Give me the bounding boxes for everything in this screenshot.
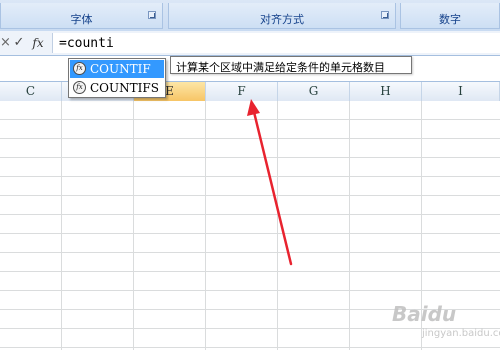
ribbon-group-strip: 字体 对齐方式 数字 — [0, 0, 500, 32]
cancel-icon[interactable]: × — [0, 34, 11, 52]
function-tooltip: 计算某个区域中满足给定条件的单元格数目 — [170, 56, 412, 74]
ribbon-group-label: 数字 — [439, 13, 461, 26]
watermark-subtitle: jingyan.baidu.com — [422, 328, 500, 339]
autocomplete-item-label: COUNTIFS — [90, 81, 159, 95]
ribbon-group-font: 字体 — [0, 3, 163, 29]
ribbon-group-alignment: 对齐方式 — [168, 3, 396, 29]
function-autocomplete-list: fx COUNTIF fx COUNTIFS — [68, 58, 166, 98]
baidu-watermark: Baidu jingyan.baidu.com — [392, 302, 500, 342]
formula-bar: × ✓ fx =counti — [0, 31, 500, 56]
enter-icon[interactable]: ✓ — [12, 34, 26, 52]
ribbon-group-label: 字体 — [70, 13, 93, 26]
column-header-c[interactable]: C — [0, 82, 62, 101]
formula-text: =counti — [59, 36, 114, 51]
ribbon-group-number: 数字 — [400, 3, 500, 29]
autocomplete-item-label: COUNTIF — [90, 62, 151, 76]
column-header-g[interactable]: G — [278, 82, 350, 101]
function-icon: fx — [73, 62, 86, 75]
watermark-brand: Baidu — [392, 302, 457, 326]
dialog-launcher-icon[interactable] — [148, 11, 156, 19]
function-icon: fx — [73, 81, 86, 94]
tooltip-text: 计算某个区域中满足给定条件的单元格数目 — [176, 61, 385, 74]
column-header-h[interactable]: H — [350, 82, 422, 101]
formula-input[interactable]: =counti — [52, 33, 500, 53]
ribbon-group-label: 对齐方式 — [260, 13, 304, 26]
column-header-i[interactable]: I — [422, 82, 500, 101]
insert-function-button[interactable]: fx — [30, 34, 46, 52]
dialog-launcher-icon[interactable] — [381, 11, 389, 19]
autocomplete-item-countif[interactable]: fx COUNTIF — [70, 60, 164, 78]
column-header-f[interactable]: F — [206, 82, 278, 101]
formula-bar-buttons: × ✓ fx — [0, 34, 48, 52]
autocomplete-item-countifs[interactable]: fx COUNTIFS — [70, 79, 164, 97]
